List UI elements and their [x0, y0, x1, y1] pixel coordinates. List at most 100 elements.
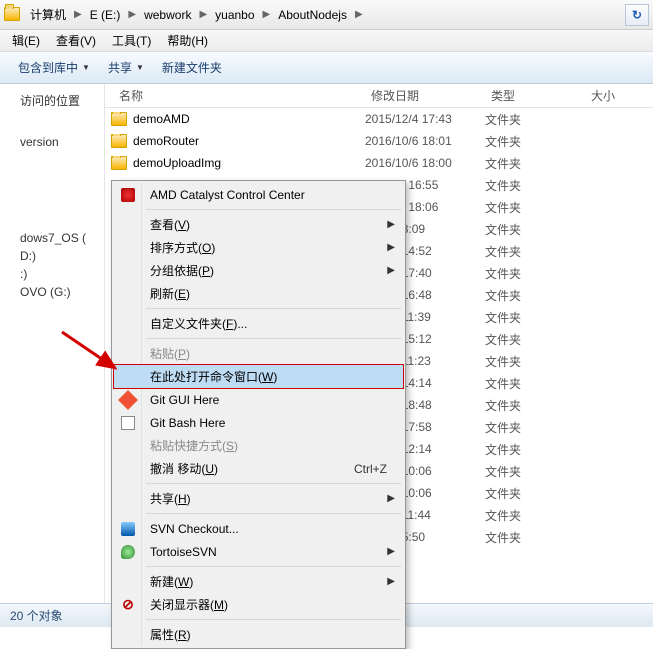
chevron-right-icon[interactable]: ▶ — [261, 9, 273, 20]
folder-type: 文件夹 — [485, 287, 585, 304]
folder-date: 2015/12/4 17:43 — [365, 112, 485, 126]
folder-type: 文件夹 — [485, 353, 585, 370]
breadcrumb-item[interactable]: AboutNodejs — [272, 4, 353, 26]
refresh-button[interactable]: ↻ — [625, 4, 649, 26]
folder-type: 文件夹 — [485, 507, 585, 524]
menu-bar: 辑(E) 查看(V) 工具(T) 帮助(H) — [0, 30, 653, 52]
menu-tools[interactable]: 工具(T) — [104, 30, 159, 51]
chevron-down-icon: ▼ — [82, 63, 90, 72]
menu-item-paste-shortcut: 粘贴快捷方式(S) — [114, 434, 403, 457]
submenu-arrow-icon: ▶ — [387, 265, 395, 276]
folder-icon — [4, 7, 20, 23]
chevron-down-icon: ▼ — [136, 63, 144, 72]
folder-name: demoRouter — [133, 134, 199, 148]
close-icon: ⊘ — [120, 597, 136, 613]
folder-type: 文件夹 — [485, 375, 585, 392]
folder-type: 文件夹 — [485, 133, 585, 150]
git-icon — [120, 392, 136, 408]
folder-type: 文件夹 — [485, 309, 585, 326]
breadcrumb-item[interactable]: E (E:) — [84, 4, 127, 26]
menu-item-paste: 粘贴(P) — [114, 342, 403, 365]
address-bar: 计算机▶ E (E:)▶ webwork▶ yuanbo▶ AboutNodej… — [0, 0, 653, 30]
sidebar-item[interactable]: :) — [6, 265, 104, 283]
sidebar-item[interactable]: dows7_OS ( — [6, 229, 104, 247]
menu-edit[interactable]: 辑(E) — [4, 30, 48, 51]
sidebar-item[interactable]: OVO (G:) — [6, 283, 104, 301]
amd-icon — [120, 187, 136, 203]
submenu-arrow-icon: ▶ — [387, 546, 395, 557]
column-type[interactable]: 类型 — [485, 87, 585, 104]
folder-type: 文件夹 — [485, 485, 585, 502]
folder-row[interactable]: demoRouter 2016/10/6 18:01文件夹 — [105, 130, 653, 152]
folder-type: 文件夹 — [485, 331, 585, 348]
breadcrumb-item[interactable]: 计算机 — [24, 4, 72, 26]
context-menu: AMD Catalyst Control Center 查看(V) ▶ 排序方式… — [111, 180, 406, 649]
chevron-right-icon[interactable]: ▶ — [197, 9, 209, 20]
menu-item-sort[interactable]: 排序方式(O) ▶ — [114, 236, 403, 259]
folder-type: 文件夹 — [485, 419, 585, 436]
folder-name: demoAMD — [133, 112, 190, 126]
folder-icon — [111, 156, 127, 170]
status-count: 20 个对象 — [10, 607, 63, 624]
menu-item-undo-move[interactable]: 撤消 移动(U) Ctrl+Z — [114, 457, 403, 480]
folder-type: 文件夹 — [485, 397, 585, 414]
column-size[interactable]: 大小 — [585, 87, 653, 104]
breadcrumb-item[interactable]: yuanbo — [209, 4, 260, 26]
folder-type: 文件夹 — [485, 441, 585, 458]
column-name[interactable]: 名称 — [105, 87, 365, 104]
chevron-right-icon[interactable]: ▶ — [353, 9, 365, 20]
menu-item-tortoisesvn[interactable]: TortoiseSVN ▶ — [114, 540, 403, 563]
folder-type: 文件夹 — [485, 529, 585, 546]
folder-type: 文件夹 — [485, 155, 585, 172]
submenu-arrow-icon: ▶ — [387, 242, 395, 253]
folder-icon — [111, 112, 127, 126]
folder-type: 文件夹 — [485, 111, 585, 128]
column-headers: 名称 修改日期 类型 大小 — [105, 84, 653, 108]
folder-date: 2016/10/6 18:00 — [365, 156, 485, 170]
menu-item-amd[interactable]: AMD Catalyst Control Center — [114, 183, 403, 206]
folder-date: 2016/10/6 18:01 — [365, 134, 485, 148]
menu-item-view[interactable]: 查看(V) ▶ — [114, 213, 403, 236]
menu-item-close-display[interactable]: ⊘ 关闭显示器(M) — [114, 593, 403, 616]
folder-type: 文件夹 — [485, 463, 585, 480]
new-folder-button[interactable]: 新建文件夹 — [154, 55, 230, 80]
folder-type: 文件夹 — [485, 265, 585, 282]
chevron-right-icon[interactable]: ▶ — [126, 9, 138, 20]
menu-view[interactable]: 查看(V) — [48, 30, 104, 51]
submenu-arrow-icon: ▶ — [387, 576, 395, 587]
column-date[interactable]: 修改日期 — [365, 87, 485, 104]
folder-row[interactable]: demoUploadImg 2016/10/6 18:00文件夹 — [105, 152, 653, 174]
toolbar: 包含到库中▼ 共享▼ 新建文件夹 — [0, 52, 653, 84]
shortcut-text: Ctrl+Z — [354, 462, 387, 476]
folder-name: demoUploadImg — [133, 156, 221, 170]
tortoise-icon — [120, 544, 136, 560]
sidebar-item[interactable]: version — [6, 133, 104, 151]
menu-item-svn-checkout[interactable]: SVN Checkout... — [114, 517, 403, 540]
submenu-arrow-icon: ▶ — [387, 493, 395, 504]
submenu-arrow-icon: ▶ — [387, 219, 395, 230]
folder-row[interactable]: demoAMD 2015/12/4 17:43文件夹 — [105, 108, 653, 130]
menu-item-properties[interactable]: 属性(R) — [114, 623, 403, 646]
menu-item-new[interactable]: 新建(W) ▶ — [114, 570, 403, 593]
menu-item-git-gui[interactable]: Git GUI Here — [114, 388, 403, 411]
chevron-right-icon[interactable]: ▶ — [72, 9, 84, 20]
terminal-icon — [120, 415, 136, 431]
share-button[interactable]: 共享▼ — [100, 55, 152, 80]
folder-icon — [111, 134, 127, 148]
breadcrumb-item[interactable]: webwork — [138, 4, 197, 26]
sidebar-item[interactable]: 访问的位置 — [6, 90, 104, 111]
sidebar-item[interactable]: D:) — [6, 247, 104, 265]
folder-type: 文件夹 — [485, 177, 585, 194]
folder-type: 文件夹 — [485, 221, 585, 238]
navigation-sidebar: 访问的位置 version dows7_OS ( D:) :) OVO (G:) — [0, 84, 105, 603]
menu-item-group[interactable]: 分组依据(P) ▶ — [114, 259, 403, 282]
menu-item-customize[interactable]: 自定义文件夹(F)... — [114, 312, 403, 335]
menu-item-git-bash[interactable]: Git Bash Here — [114, 411, 403, 434]
menu-item-open-command-window[interactable]: 在此处打开命令窗口(W) — [113, 364, 404, 389]
folder-type: 文件夹 — [485, 199, 585, 216]
menu-help[interactable]: 帮助(H) — [159, 30, 216, 51]
include-in-library-button[interactable]: 包含到库中▼ — [10, 55, 98, 80]
menu-item-share[interactable]: 共享(H) ▶ — [114, 487, 403, 510]
svn-checkout-icon — [120, 521, 136, 537]
menu-item-refresh[interactable]: 刷新(E) — [114, 282, 403, 305]
